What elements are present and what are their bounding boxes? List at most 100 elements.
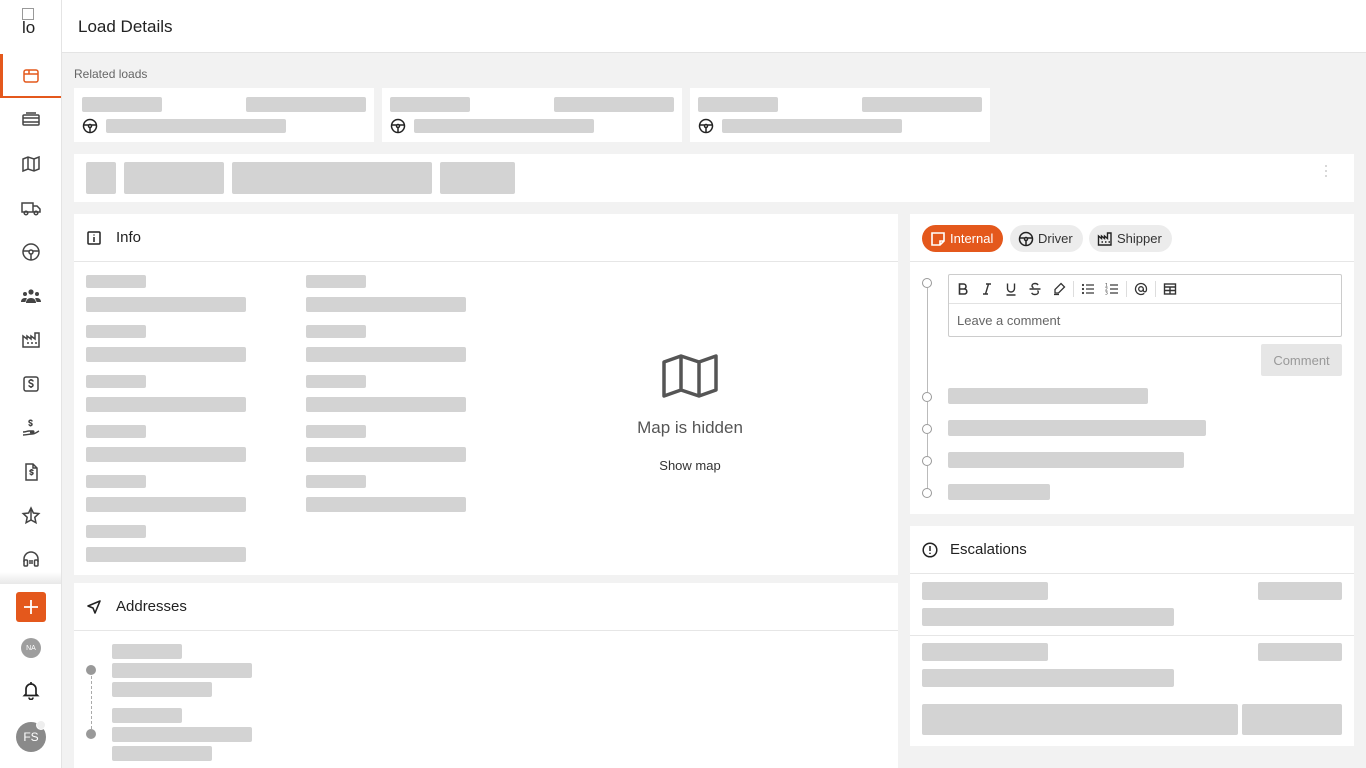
skeleton-placeholder [554, 97, 674, 112]
comment-input[interactable] [957, 313, 1327, 328]
skeleton-placeholder [306, 375, 366, 388]
related-load-card[interactable] [690, 88, 990, 142]
numbered-list-button[interactable]: 123 [1104, 281, 1120, 297]
sidebar-item-dispatch[interactable] [0, 98, 61, 142]
skeleton-placeholder [86, 397, 246, 412]
skeleton-placeholder [112, 644, 182, 659]
more-options-icon[interactable] [1324, 164, 1328, 178]
comment-submit-button[interactable]: Comment [1261, 344, 1342, 376]
skeleton-placeholder [440, 162, 515, 194]
sidebar-item-reviews[interactable] [0, 494, 61, 538]
factory-icon [21, 332, 40, 348]
steering-wheel-icon [390, 118, 406, 134]
sidebar-item-users[interactable] [0, 274, 61, 318]
skeleton-placeholder [922, 608, 1174, 626]
escalations-panel: Escalations [910, 526, 1354, 746]
underline-icon [1006, 283, 1016, 296]
info-panel-title: Info [116, 229, 142, 246]
highlight-button[interactable] [1051, 281, 1067, 297]
skeleton-placeholder [922, 643, 1048, 661]
sidebar-scroll-fade [0, 572, 61, 584]
sidebar-item-facilities[interactable] [0, 318, 61, 362]
related-loads-label: Related loads [74, 67, 148, 81]
sidebar-item-payments[interactable] [0, 406, 61, 450]
toolbar-divider [1155, 281, 1156, 297]
steering-wheel-icon [82, 118, 98, 134]
skeleton-placeholder [112, 727, 252, 742]
table-button[interactable] [1162, 281, 1178, 297]
tab-label: Shipper [1117, 231, 1162, 246]
italic-button[interactable] [979, 281, 995, 297]
skeleton-placeholder [922, 669, 1174, 687]
toolbar-divider [1073, 281, 1074, 297]
skeleton-placeholder [112, 708, 182, 723]
add-button[interactable] [16, 592, 46, 622]
toolbar-divider [1126, 281, 1127, 297]
skeleton-placeholder [722, 119, 902, 133]
logo[interactable]: lo [22, 8, 40, 44]
sidebar-item-map[interactable] [0, 142, 61, 186]
addresses-panel: Addresses [74, 583, 898, 768]
underline-button[interactable] [1003, 281, 1019, 297]
skeleton-placeholder [246, 97, 366, 112]
support-headset-icon [22, 551, 39, 567]
sidebar-item-invoices[interactable] [0, 450, 61, 494]
skeleton-placeholder [86, 375, 146, 388]
skeleton-placeholder [948, 484, 1050, 500]
table-icon [1163, 283, 1177, 295]
show-map-button[interactable]: Show map [659, 458, 720, 473]
mention-button[interactable] [1133, 281, 1149, 297]
sidebar-item-drivers[interactable] [0, 230, 61, 274]
map-icon [662, 354, 718, 398]
skeleton-placeholder [948, 420, 1206, 436]
skeleton-placeholder [306, 297, 466, 312]
skeleton-placeholder [86, 547, 246, 562]
skeleton-placeholder [232, 162, 432, 194]
skeleton-placeholder [698, 97, 778, 112]
tab-label: Driver [1038, 231, 1073, 246]
skeleton-placeholder [1258, 582, 1342, 600]
bell-icon [22, 682, 40, 701]
bold-button[interactable] [955, 281, 971, 297]
loads-icon [22, 69, 39, 83]
sidebar-item-trucks[interactable] [0, 186, 61, 230]
tab-shipper[interactable]: Shipper [1089, 225, 1172, 252]
strikethrough-button[interactable] [1027, 281, 1043, 297]
comments-panel: Internal Driver Shipper 1 2 3 Leave a co… [910, 214, 1354, 514]
escalations-panel-header: Escalations [910, 526, 1354, 574]
timeline-dot [922, 424, 932, 434]
workspace-avatar[interactable]: NA [21, 638, 41, 658]
map-placeholder: Map is hidden Show map [614, 354, 766, 475]
skeleton-placeholder [922, 582, 1048, 600]
timeline-dot [922, 456, 932, 466]
strikethrough-icon [1029, 282, 1041, 296]
escalations-panel-title: Escalations [950, 541, 1027, 558]
skeleton-placeholder [112, 746, 212, 761]
skeleton-placeholder [862, 97, 982, 112]
related-load-card[interactable] [74, 88, 374, 142]
truck-icon [20, 202, 41, 216]
addresses-panel-title: Addresses [116, 598, 187, 615]
skeleton-placeholder [82, 97, 162, 112]
related-load-card[interactable] [382, 88, 682, 142]
sidebar-item-loads[interactable] [0, 54, 61, 98]
skeleton-placeholder [112, 663, 252, 678]
sidebar-item-billing[interactable] [0, 362, 61, 406]
timeline-dot [922, 392, 932, 402]
tab-internal[interactable]: Internal [922, 225, 1004, 252]
skeleton-placeholder [306, 397, 466, 412]
route-line [90, 676, 92, 729]
stop-marker [86, 665, 96, 675]
skeleton-placeholder [106, 119, 286, 133]
skeleton-placeholder [86, 475, 146, 488]
comments-tabs: Internal Driver Shipper [910, 214, 1354, 262]
at-sign-icon [1134, 282, 1148, 296]
skeleton-placeholder [306, 275, 366, 288]
bullet-list-button[interactable] [1080, 281, 1096, 297]
skeleton-placeholder [390, 97, 470, 112]
editor-toolbar: 123 [949, 275, 1341, 304]
skeleton-placeholder [86, 525, 146, 538]
skeleton-placeholder [948, 388, 1148, 404]
notifications-button[interactable] [21, 680, 41, 701]
tab-driver[interactable]: Driver [1010, 225, 1083, 252]
